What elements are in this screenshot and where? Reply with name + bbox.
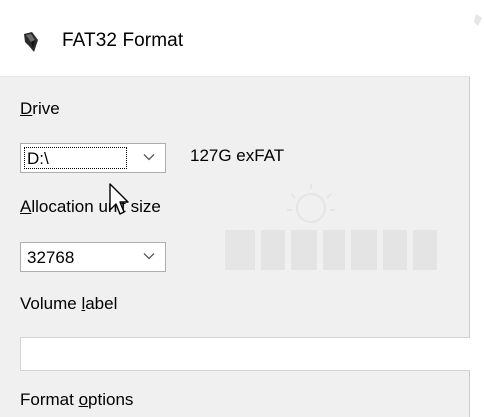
volume-label-label: Volume label <box>20 294 117 314</box>
allocation-unit-size-label: Allocation unit size <box>20 197 161 217</box>
chevron-down-icon <box>143 253 155 260</box>
drive-label-mnemonic: D <box>20 99 33 118</box>
screen: FAT32 Format Drive D:\ 127G exFAT Alloca… <box>0 0 484 417</box>
drive-dropdown[interactable]: D:\ <box>20 143 166 173</box>
volume-label-text-before: Volume <box>20 294 82 313</box>
allocation-dropdown-value: 32768 <box>27 248 75 267</box>
allocation-label-mnemonic: A <box>20 197 32 216</box>
format-options-text-after: ptions <box>88 390 134 409</box>
background-edge-fragment <box>474 14 482 26</box>
allocation-unit-size-dropdown[interactable]: 32768 <box>20 242 166 272</box>
drive-label-text: rive <box>32 99 60 118</box>
watermark-logo <box>225 184 437 270</box>
volume-label-text-after: abel <box>85 294 118 313</box>
allocation-label-text: llocation unit size <box>31 197 161 216</box>
drive-info: 127G exFAT <box>190 146 285 165</box>
format-options-mnemonic: o <box>78 390 89 409</box>
drive-label: Drive <box>20 99 60 119</box>
volume-label-input[interactable] <box>20 337 470 371</box>
mouse-pointer-icon <box>109 183 129 215</box>
fat32-format-window: FAT32 Format Drive D:\ 127G exFAT Alloca… <box>0 0 470 417</box>
drive-dropdown-value: D:\ <box>27 149 49 168</box>
window-title: FAT32 Format <box>62 30 184 51</box>
format-options-label: Format options <box>20 390 133 410</box>
fat32format-app-icon <box>24 32 38 52</box>
format-options-text-before: Format <box>20 390 79 409</box>
chevron-down-icon <box>143 154 155 161</box>
title-bar[interactable]: FAT32 Format <box>0 0 470 77</box>
